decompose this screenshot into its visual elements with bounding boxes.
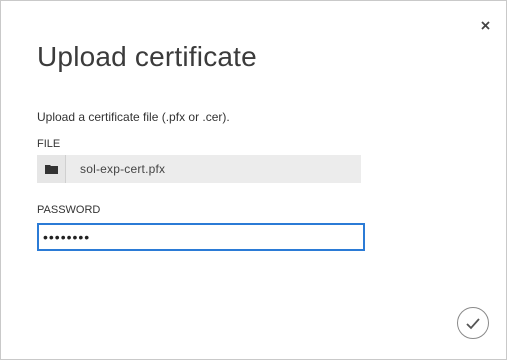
file-name: sol-exp-cert.pfx (80, 162, 166, 176)
password-field[interactable] (37, 223, 365, 251)
dialog-title: Upload certificate (37, 41, 257, 72)
checkmark-icon (466, 317, 480, 329)
close-icon (480, 20, 490, 30)
file-label: FILE (37, 138, 61, 150)
password-label: PASSWORD (37, 204, 101, 216)
file-field[interactable]: sol-exp-cert.pfx (37, 155, 361, 183)
browse-file-button[interactable] (37, 155, 66, 183)
folder-icon (44, 165, 58, 174)
confirm-button[interactable] (457, 307, 489, 339)
upload-certificate-dialog: Upload certificate Upload a certificate … (0, 0, 507, 360)
dialog-description: Upload a certificate file (.pfx or .cer)… (37, 110, 230, 124)
close-button[interactable] (478, 18, 492, 32)
